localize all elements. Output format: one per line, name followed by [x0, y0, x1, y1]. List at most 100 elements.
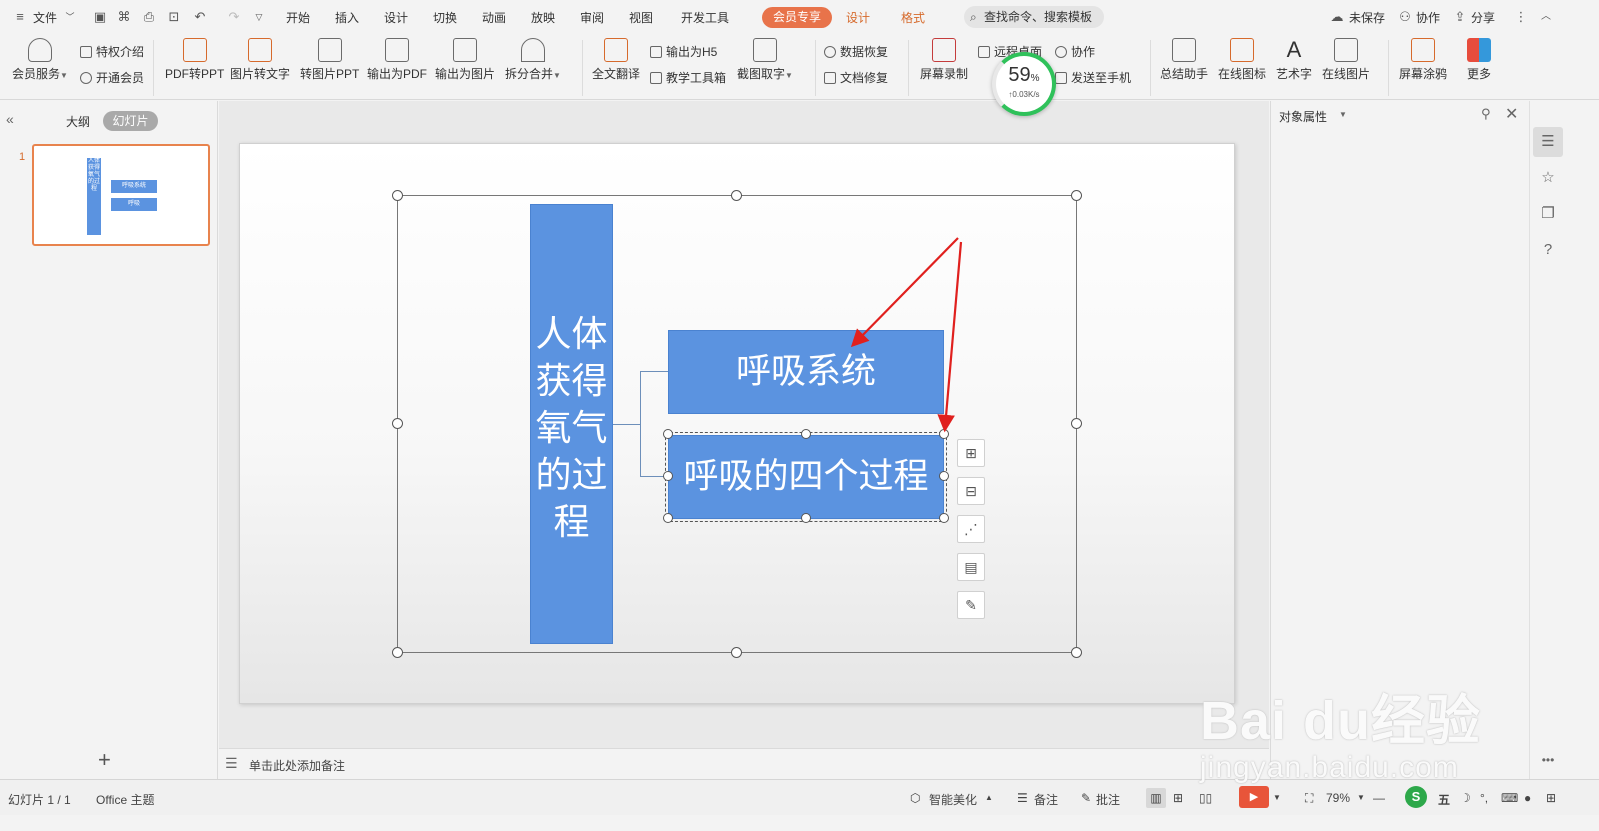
- ime-mode-icon[interactable]: 五: [1438, 791, 1450, 808]
- star-icon[interactable]: ☆: [1533, 163, 1563, 193]
- resize-handle[interactable]: [392, 190, 403, 201]
- copy-icon[interactable]: ❐: [1533, 199, 1563, 229]
- notes-bar[interactable]: ☰ 单击此处添加备注: [219, 748, 1269, 779]
- share-button[interactable]: 分享: [1471, 9, 1495, 26]
- shape-resize-handle[interactable]: [939, 513, 949, 523]
- reading-view-icon[interactable]: ▯▯: [1199, 791, 1212, 805]
- pin-icon[interactable]: ⚲: [1481, 106, 1491, 122]
- redo-icon[interactable]: ↷: [226, 9, 242, 25]
- open-vip-button[interactable]: 开通会员: [80, 69, 144, 86]
- teach-tools-button[interactable]: 教学工具箱: [650, 69, 726, 86]
- shape-resize-handle[interactable]: [663, 513, 673, 523]
- play-caret-icon[interactable]: ▼: [1273, 793, 1281, 802]
- shape-resize-handle[interactable]: [801, 429, 811, 439]
- add-slide-button[interactable]: +: [98, 747, 111, 773]
- properties-dropdown-icon[interactable]: ▼: [1339, 110, 1347, 119]
- collab-button[interactable]: 协作: [1416, 9, 1440, 26]
- screen-draw-button[interactable]: 屏幕涂鸦: [1399, 38, 1447, 82]
- add-shape-tool-icon[interactable]: ⊞: [957, 439, 985, 467]
- play-slideshow-icon[interactable]: ▶: [1239, 786, 1269, 808]
- shape-resize-handle[interactable]: [663, 429, 673, 439]
- art-text-button[interactable]: A 艺术字: [1276, 38, 1312, 82]
- resize-handle[interactable]: [1071, 418, 1082, 429]
- full-translate-button[interactable]: 全文翻译: [592, 38, 640, 82]
- tab-transition[interactable]: 切换: [433, 9, 457, 26]
- screen-record-button[interactable]: 屏幕录制: [920, 38, 968, 82]
- member-service-button[interactable]: 会员服务▼: [12, 38, 68, 82]
- more-options-icon[interactable]: ⋮: [1513, 9, 1529, 25]
- quick-access-more-icon[interactable]: ▽: [251, 9, 267, 25]
- tab-format[interactable]: 格式: [901, 9, 925, 26]
- tab-review[interactable]: 审阅: [580, 9, 604, 26]
- zoom-out-icon[interactable]: —: [1373, 791, 1385, 805]
- object-properties-title[interactable]: 对象属性: [1279, 108, 1327, 125]
- moon-icon[interactable]: ☽: [1460, 791, 1471, 805]
- change-structure-icon[interactable]: ⋰: [957, 515, 985, 543]
- ribbon-collab-button[interactable]: 协作: [1055, 43, 1095, 60]
- punctuation-icon[interactable]: °,: [1480, 791, 1488, 805]
- shape-resize-handle[interactable]: [663, 471, 673, 481]
- fit-window-icon[interactable]: ⛶: [1305, 791, 1313, 806]
- tab-animation[interactable]: 动画: [482, 9, 506, 26]
- resize-handle[interactable]: [392, 647, 403, 658]
- tab-slideshow[interactable]: 放映: [531, 9, 555, 26]
- zoom-caret-icon[interactable]: ▼: [1357, 793, 1365, 802]
- save-icon[interactable]: ▣: [92, 9, 108, 25]
- pdf-to-ppt-button[interactable]: PDF转PPT: [165, 38, 224, 82]
- screenshot-text-button[interactable]: 截图取字▼: [737, 38, 793, 82]
- resize-handle[interactable]: [1071, 190, 1082, 201]
- text-format-icon[interactable]: ▤: [957, 553, 985, 581]
- tab-vip[interactable]: 会员专享: [762, 7, 832, 28]
- tab-outline[interactable]: 大纲: [66, 113, 90, 130]
- slide-thumbnail[interactable]: 人体获得氧气的过程 呼吸系统 呼吸: [32, 144, 210, 246]
- resize-handle[interactable]: [1071, 647, 1082, 658]
- tab-home[interactable]: 开始: [286, 9, 310, 26]
- online-images-button[interactable]: 在线图片: [1322, 38, 1370, 82]
- print-preview-icon[interactable]: ⊡: [166, 9, 182, 25]
- hamburger-menu-icon[interactable]: ≡: [12, 9, 28, 25]
- comments-button[interactable]: 批注: [1096, 791, 1120, 808]
- normal-view-icon[interactable]: ▥: [1146, 788, 1166, 808]
- layout-tool-icon[interactable]: ⊟: [957, 477, 985, 505]
- slide-sorter-icon[interactable]: ⊞: [1173, 791, 1183, 805]
- file-menu-chevron-icon[interactable]: ﹀: [62, 9, 78, 25]
- close-icon[interactable]: ✕: [1505, 104, 1518, 124]
- collapse-panel-icon[interactable]: «: [6, 111, 14, 127]
- print-icon[interactable]: ⎙: [141, 9, 157, 25]
- resize-handle[interactable]: [731, 190, 742, 201]
- keyboard-icon[interactable]: ⌨: [1501, 791, 1518, 805]
- file-menu[interactable]: 文件: [33, 9, 57, 26]
- ime-logo-icon[interactable]: S: [1405, 786, 1427, 808]
- resize-handle[interactable]: [731, 647, 742, 658]
- properties-sliders-icon[interactable]: ☰: [1533, 127, 1563, 157]
- user-icon[interactable]: ●: [1524, 791, 1531, 805]
- data-recover-button[interactable]: 数据恢复: [824, 43, 888, 60]
- notes-toggle-button[interactable]: 备注: [1034, 791, 1058, 808]
- undo-icon[interactable]: ↶: [192, 9, 208, 25]
- shape-resize-handle[interactable]: [801, 513, 811, 523]
- format-painter-icon[interactable]: ⌘: [116, 9, 132, 25]
- doc-repair-button[interactable]: 文档修复: [824, 69, 888, 86]
- theme-name[interactable]: Office 主题: [96, 791, 154, 808]
- command-search[interactable]: ⌕ 查找命令、搜索模板: [964, 6, 1104, 28]
- more-button[interactable]: 更多: [1467, 38, 1491, 82]
- tab-insert[interactable]: 插入: [335, 9, 359, 26]
- skin-icon[interactable]: ⊞: [1546, 791, 1556, 805]
- tab-developer[interactable]: 开发工具: [681, 9, 729, 26]
- collapse-ribbon-icon[interactable]: ︿: [1538, 9, 1554, 25]
- summary-helper-button[interactable]: 总结助手: [1160, 38, 1208, 82]
- to-image-ppt-button[interactable]: 转图片PPT: [300, 38, 359, 82]
- beautify-caret-icon[interactable]: ▲: [985, 793, 993, 802]
- online-icons-button[interactable]: 在线图标: [1218, 38, 1266, 82]
- privilege-intro-button[interactable]: 特权介绍: [80, 43, 144, 60]
- export-pdf-button[interactable]: 输出为PDF: [367, 38, 427, 82]
- shape-style-brush-icon[interactable]: ✎: [957, 591, 985, 619]
- network-speed-gauge[interactable]: 59% ↑0.03K/s: [992, 52, 1056, 116]
- tab-view[interactable]: 视图: [629, 9, 653, 26]
- shape-resize-handle[interactable]: [939, 471, 949, 481]
- image-to-text-button[interactable]: 图片转文字: [230, 38, 290, 82]
- export-image-button[interactable]: 输出为图片: [435, 38, 495, 82]
- split-merge-button[interactable]: 拆分合并▼: [505, 38, 561, 82]
- unsaved-status[interactable]: 未保存: [1349, 9, 1385, 26]
- zoom-level[interactable]: 79%: [1326, 791, 1350, 805]
